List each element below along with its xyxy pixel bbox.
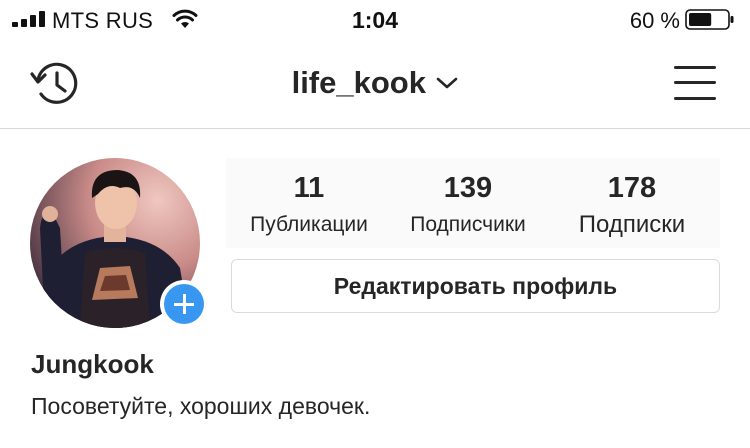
profile-bio: Посоветуйте, хороших девочек.: [31, 393, 371, 419]
edit-profile-button[interactable]: Редактировать профиль: [231, 259, 720, 313]
chevron-down-icon: [437, 77, 458, 89]
followers-label: Подписчики: [410, 213, 526, 236]
posts-count: 11: [293, 172, 325, 204]
following-count: 178: [607, 172, 657, 204]
battery-percentage: 60 %: [629, 8, 680, 33]
hamburger-menu-icon[interactable]: [674, 64, 716, 102]
plus-icon: [164, 284, 204, 324]
battery-icon: [685, 9, 734, 30]
account-switcher[interactable]: life_kook: [0, 65, 750, 101]
following-label: Подписки: [578, 211, 686, 238]
stat-posts[interactable]: 11 Публикации: [226, 158, 392, 248]
profile-stats: 11 Публикации 139 Подписчики 178 Подписк…: [226, 158, 720, 248]
display-name: Jungkook: [31, 349, 154, 379]
add-story-button[interactable]: [160, 280, 208, 328]
followers-count: 139: [443, 172, 493, 204]
stat-following[interactable]: 178 Подписки: [544, 158, 720, 248]
status-bar: MTS RUS 1:04 60 %: [0, 0, 750, 40]
profile-header-bar: life_kook: [0, 40, 750, 129]
username-title: life_kook: [291, 65, 426, 100]
posts-label: Публикации: [250, 213, 368, 236]
stat-followers[interactable]: 139 Подписчики: [392, 158, 544, 248]
avatar-container: [30, 158, 208, 330]
